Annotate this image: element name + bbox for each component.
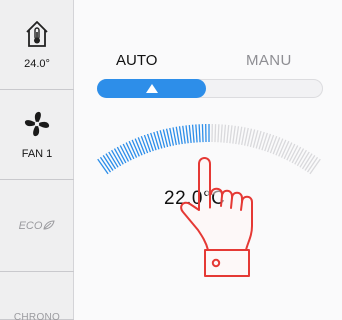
sidebar-item-chrono[interactable]: CHRONO xyxy=(0,272,74,320)
dial-tick xyxy=(198,124,201,143)
eco-label: ECO xyxy=(18,219,43,232)
dial-tick xyxy=(280,140,290,158)
dial-tick xyxy=(201,124,204,143)
dial-tick xyxy=(191,124,195,143)
mode-auto-label[interactable]: AUTO xyxy=(116,52,157,69)
dial-tick xyxy=(128,140,138,158)
dial-tick xyxy=(188,124,192,143)
sidebar: 24.0° FAN 1 ECO CHRONO xyxy=(0,0,74,320)
dial-tick xyxy=(235,126,240,145)
pointing-hand-icon xyxy=(180,157,253,277)
fan-label: FAN 1 xyxy=(21,148,53,160)
dial-tick xyxy=(241,127,246,146)
thermometer-house-icon xyxy=(24,19,50,54)
dial-tick xyxy=(238,126,243,145)
temperature-value: 24.0° xyxy=(24,58,50,70)
dial-tick xyxy=(217,124,220,143)
dial-tick xyxy=(266,134,275,153)
dial-tick xyxy=(278,139,287,157)
dial-tick xyxy=(175,126,180,145)
dial-tick xyxy=(178,126,183,145)
triangle-up-icon xyxy=(145,83,159,94)
dial-tick xyxy=(275,138,284,156)
sidebar-item-temperature[interactable]: 24.0° xyxy=(0,0,74,90)
dial-tick xyxy=(226,124,230,143)
dial-tick xyxy=(229,125,233,144)
sidebar-item-eco[interactable]: ECO xyxy=(0,180,74,272)
sidebar-item-fan[interactable]: FAN 1 xyxy=(0,90,74,180)
dial-tick xyxy=(182,125,186,144)
mode-manu-label[interactable]: MANU xyxy=(246,52,292,69)
dial-tick xyxy=(223,124,227,143)
dial-tick xyxy=(143,134,152,153)
dial-tick xyxy=(137,137,146,155)
leaf-icon xyxy=(43,217,56,235)
dial-tick xyxy=(214,124,217,143)
dial-tick xyxy=(131,139,140,157)
dial-tick xyxy=(269,135,278,154)
dial-tick xyxy=(185,125,189,144)
dial-tick xyxy=(134,138,143,156)
dial-tick xyxy=(232,125,236,144)
dial-tick xyxy=(172,127,177,146)
dial-tick xyxy=(140,135,149,154)
dial-tick xyxy=(220,124,223,143)
dial-tick xyxy=(195,124,198,143)
dial-tick xyxy=(272,137,281,155)
fan-icon xyxy=(22,109,52,144)
mode-toggle-knob[interactable] xyxy=(97,79,206,98)
chrono-label: CHRONO xyxy=(13,312,61,320)
